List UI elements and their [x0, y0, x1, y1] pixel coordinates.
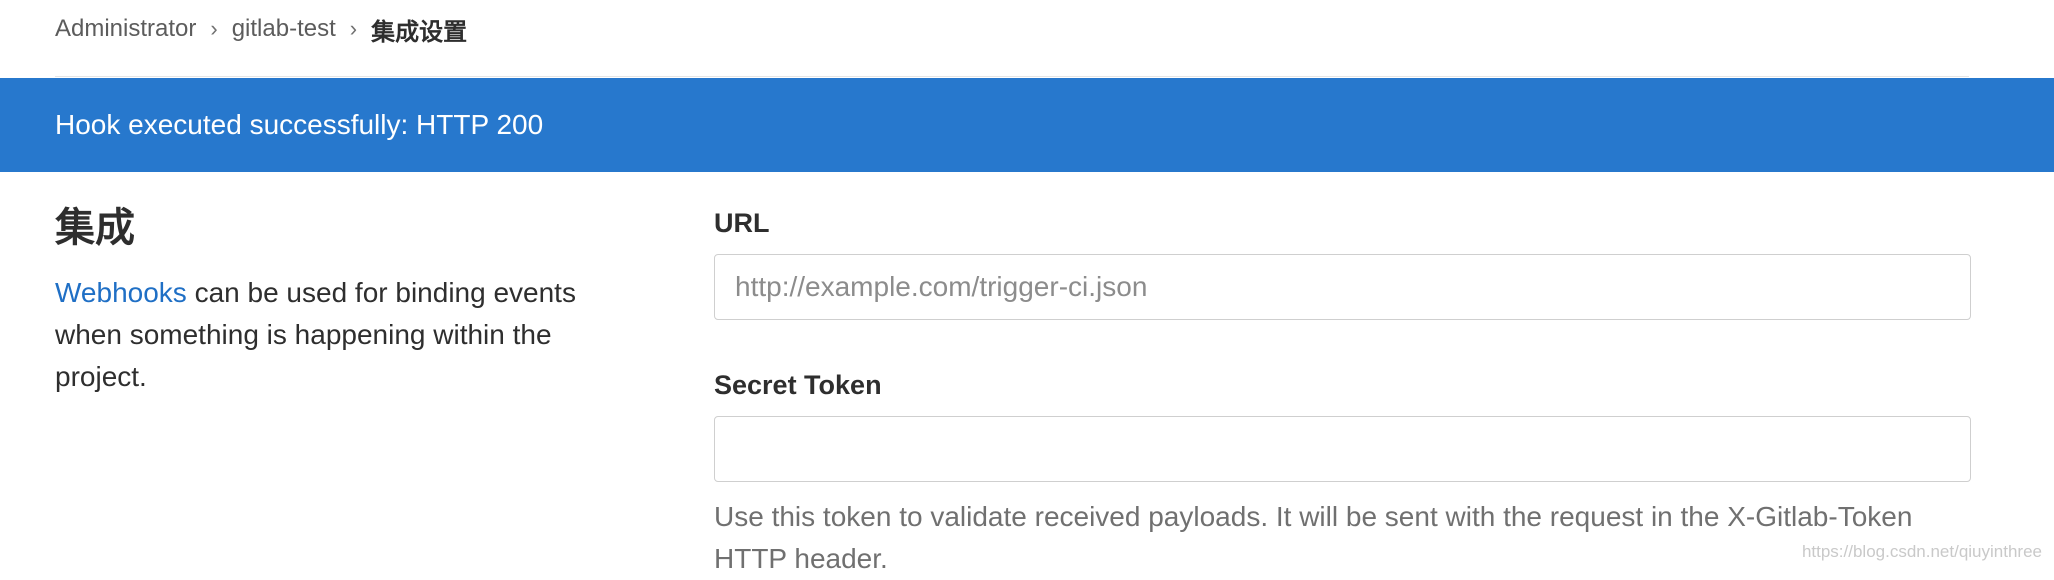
secret-token-input[interactable] [714, 416, 1971, 482]
breadcrumb-item-administrator[interactable]: Administrator [55, 15, 196, 43]
breadcrumb-chevron-icon: › [210, 16, 217, 42]
breadcrumb: Administrator › gitlab-test › 集成设置 [55, 0, 467, 58]
breadcrumb-chevron-icon: › [350, 16, 357, 42]
url-label: URL [714, 204, 1971, 242]
breadcrumb-item-current: 集成设置 [371, 12, 467, 47]
secret-token-label: Secret Token [714, 366, 1971, 404]
secret-token-help: Use this token to validate received payl… [714, 496, 1971, 580]
watermark: https://blog.csdn.net/qiuyinthree [1802, 542, 2042, 562]
flash-message: Hook executed successfully: HTTP 200 [55, 109, 543, 141]
integrations-intro: 集成 Webhooks can be used for binding even… [55, 200, 635, 398]
flash-notice: Hook executed successfully: HTTP 200 [0, 78, 2054, 172]
url-input[interactable] [714, 254, 1971, 320]
breadcrumb-item-project[interactable]: gitlab-test [232, 15, 336, 43]
section-description: Webhooks can be used for binding events … [55, 272, 635, 398]
webhooks-link[interactable]: Webhooks [55, 277, 187, 308]
header-divider [55, 76, 1969, 77]
section-title: 集成 [55, 200, 635, 256]
webhook-form: URL Secret Token Use this token to valid… [714, 204, 1971, 580]
